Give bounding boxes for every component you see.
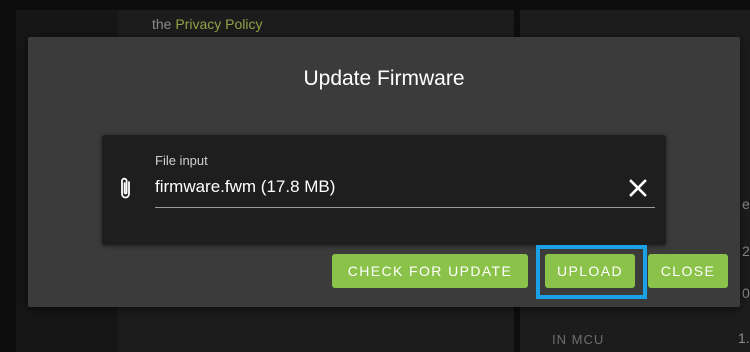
privacy-notice: the Privacy Policy bbox=[152, 16, 263, 32]
in-mcu-label: IN MCU bbox=[552, 332, 605, 347]
background-fragment: 1.1 bbox=[738, 330, 750, 346]
close-button[interactable]: CLOSE bbox=[648, 254, 728, 288]
background-fragment: 0 bbox=[742, 285, 750, 301]
file-input-field[interactable]: firmware.fwm (17.8 MB) bbox=[155, 177, 335, 197]
upload-button[interactable]: UPLOAD bbox=[545, 254, 635, 288]
file-input-label: File input bbox=[155, 153, 208, 168]
background-fragment: 2 bbox=[742, 243, 750, 259]
file-input-underline bbox=[155, 207, 655, 208]
privacy-policy-link[interactable]: Privacy Policy bbox=[175, 16, 262, 32]
check-for-update-button[interactable]: CHECK FOR UPDATE bbox=[332, 254, 528, 288]
dialog-title: Update Firmware bbox=[303, 67, 465, 90]
privacy-prefix: the bbox=[152, 16, 172, 32]
close-icon[interactable] bbox=[628, 178, 648, 198]
paperclip-icon[interactable] bbox=[119, 176, 133, 200]
background-fragment: er bbox=[742, 196, 750, 212]
app-background: the Privacy Policy IN MCU er 2 0 1.1 Upd… bbox=[0, 0, 750, 352]
file-input-card: File input firmware.fwm (17.8 MB) bbox=[102, 135, 666, 245]
